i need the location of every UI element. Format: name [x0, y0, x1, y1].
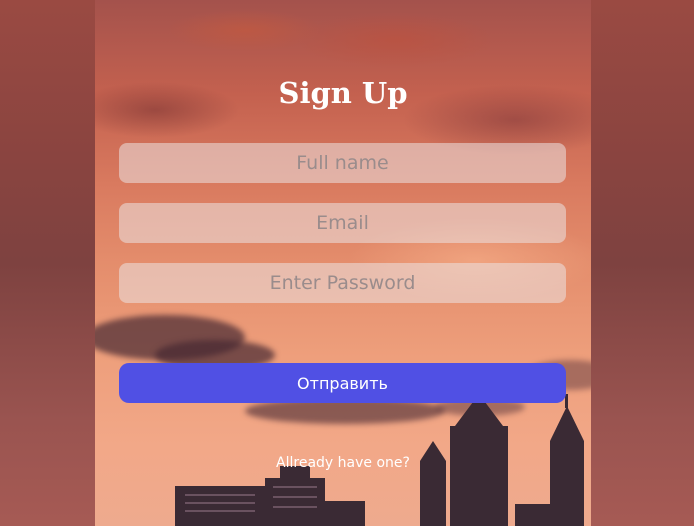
login-link[interactable]: Allready have one?: [95, 455, 591, 471]
fullname-field[interactable]: [119, 143, 566, 183]
password-field[interactable]: [119, 263, 566, 303]
signup-panel: Sign Up Отправить Allready have one?: [95, 0, 591, 526]
submit-button[interactable]: Отправить: [119, 363, 566, 403]
email-field[interactable]: [119, 203, 566, 243]
page-title: Sign Up: [278, 76, 408, 110]
